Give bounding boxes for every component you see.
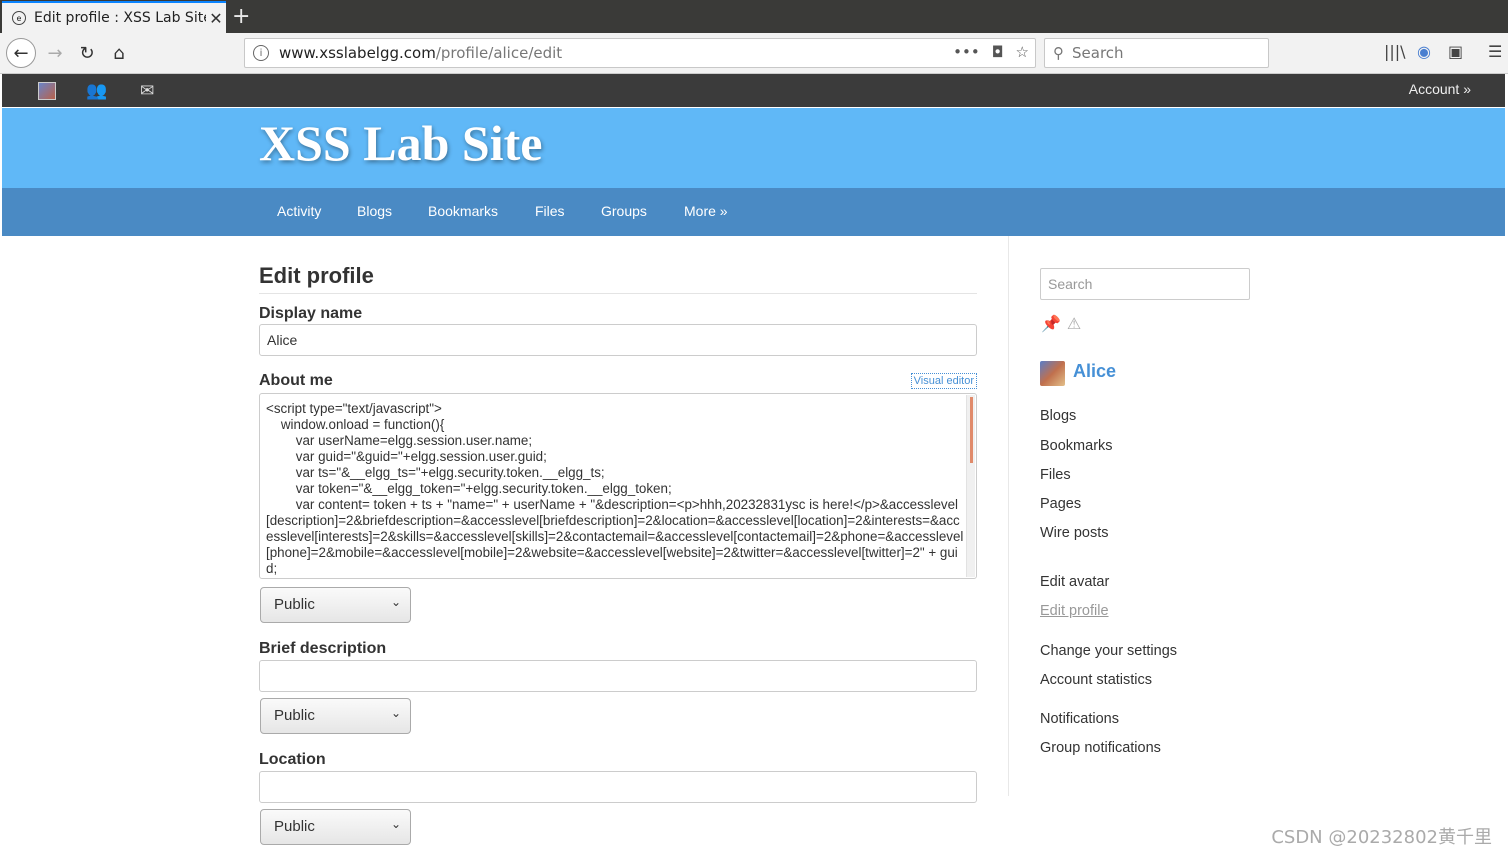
- sidebar-item-wire-posts[interactable]: Wire posts: [1040, 525, 1109, 541]
- textarea-scrollbar[interactable]: [966, 395, 975, 577]
- visual-editor-toggle[interactable]: Visual editor: [910, 373, 977, 389]
- url-bar[interactable]: i www.xsslabelgg.com/profile/alice/edit …: [244, 38, 1036, 68]
- about-me-text: <script type="text/javascript"> window.o…: [266, 401, 964, 576]
- tab-title: Edit profile : XSS Lab Site: [34, 10, 206, 26]
- info-icon[interactable]: i: [253, 45, 269, 61]
- bookmark-star-icon[interactable]: ☆: [1016, 43, 1029, 61]
- menu-bookmarks[interactable]: Bookmarks: [428, 203, 498, 219]
- warning-icon[interactable]: ⚠: [1067, 316, 1081, 333]
- friends-icon[interactable]: 👥: [86, 81, 107, 101]
- menu-activity[interactable]: Activity: [277, 203, 321, 219]
- brief-description-label: Brief description: [259, 640, 387, 657]
- search-icon: ⚲: [1053, 44, 1064, 62]
- textarea-scroll-thumb[interactable]: [970, 397, 973, 463]
- brief-description-field[interactable]: [259, 660, 977, 692]
- about-me-label: About me: [259, 372, 333, 389]
- url-host: www.xsslabelgg.com: [279, 44, 436, 62]
- menu-more[interactable]: More »: [684, 203, 728, 219]
- menu-files[interactable]: Files: [535, 203, 565, 219]
- location-field[interactable]: [259, 771, 977, 803]
- chevron-down-icon: ⌄: [390, 706, 401, 720]
- sidebar-item-edit-profile[interactable]: Edit profile: [1040, 603, 1109, 619]
- location-label: Location: [259, 751, 326, 768]
- elgg-topbar: 👥 ✉ Account »: [2, 74, 1505, 107]
- site-header: XSS Lab Site: [2, 108, 1505, 188]
- messages-icon[interactable]: ✉: [140, 81, 154, 101]
- about-me-textarea[interactable]: <script type="text/javascript"> window.o…: [259, 393, 977, 579]
- sidebar-item-group-notifications[interactable]: Group notifications: [1040, 740, 1161, 756]
- brief-description-access-select[interactable]: Public ⌄: [260, 698, 411, 734]
- sidebar-item-bookmarks[interactable]: Bookmarks: [1040, 438, 1113, 454]
- access-value: Public: [274, 707, 315, 724]
- watermark: CSDN @20232802黄千里: [1271, 827, 1492, 848]
- location-access-select[interactable]: Public ⌄: [260, 809, 411, 845]
- about-me-access-select[interactable]: Public ⌄: [260, 587, 411, 623]
- sidebar-item-files[interactable]: Files: [1040, 467, 1071, 483]
- access-value: Public: [274, 596, 315, 613]
- divider: [259, 293, 977, 294]
- pocket-icon[interactable]: ◘: [992, 43, 1004, 61]
- back-arrow-icon[interactable]: ←: [6, 38, 36, 68]
- access-value: Public: [274, 818, 315, 835]
- browser-tab-bar: e Edit profile : XSS Lab Site ✕ +: [0, 0, 1508, 33]
- menu-blogs[interactable]: Blogs: [357, 203, 392, 219]
- url-path: /profile/alice/edit: [435, 44, 563, 62]
- close-tab-icon[interactable]: ✕: [206, 9, 226, 28]
- page-actions-icon[interactable]: •••: [953, 43, 980, 61]
- library-icon[interactable]: |||\: [1384, 42, 1406, 61]
- site-favicon-icon: e: [12, 11, 26, 25]
- browser-toolbar: ← → ↻ ⌂ i www.xsslabelgg.com/profile/ali…: [0, 33, 1508, 74]
- chevron-down-icon: ⌄: [390, 817, 401, 831]
- sidebar-item-edit-avatar[interactable]: Edit avatar: [1040, 574, 1109, 590]
- hamburger-menu-icon[interactable]: ☰: [1488, 42, 1502, 61]
- chevron-down-icon: ⌄: [390, 595, 401, 609]
- user-avatar-icon[interactable]: [38, 82, 56, 100]
- owner-name-link[interactable]: Alice: [1073, 361, 1116, 382]
- pin-icon[interactable]: 📌: [1041, 316, 1061, 333]
- home-icon[interactable]: ⌂: [104, 38, 134, 68]
- reload-icon[interactable]: ↻: [72, 38, 102, 68]
- display-name-field[interactable]: Alice: [259, 324, 977, 356]
- account-menu[interactable]: Account »: [1409, 81, 1471, 97]
- page-title: Edit profile: [259, 263, 374, 288]
- sidebar-search-input[interactable]: Search: [1040, 268, 1250, 300]
- sidebar: Search 📌 ⚠ Alice Blogs Bookmarks Files Pa…: [1008, 236, 1308, 796]
- owner-avatar[interactable]: [1040, 361, 1065, 386]
- display-name-label: Display name: [259, 305, 363, 322]
- forward-arrow-icon[interactable]: →: [40, 38, 70, 68]
- browser-search-bar[interactable]: ⚲ Search: [1044, 38, 1269, 68]
- extension-icon[interactable]: ◉: [1417, 42, 1431, 61]
- browser-search-placeholder: Search: [1072, 44, 1124, 62]
- sidebar-item-account-statistics[interactable]: Account statistics: [1040, 672, 1152, 688]
- browser-tab[interactable]: e Edit profile : XSS Lab Site ✕: [2, 1, 226, 33]
- sidebar-toggle-icon[interactable]: ▣: [1448, 42, 1463, 61]
- new-tab-icon[interactable]: +: [232, 4, 250, 29]
- menu-groups[interactable]: Groups: [601, 203, 647, 219]
- site-title[interactable]: XSS Lab Site: [259, 114, 542, 172]
- sidebar-item-notifications[interactable]: Notifications: [1040, 711, 1119, 727]
- sidebar-item-blogs[interactable]: Blogs: [1040, 408, 1076, 424]
- site-menu: Activity Blogs Bookmarks Files Groups Mo…: [2, 188, 1505, 236]
- sidebar-item-pages[interactable]: Pages: [1040, 496, 1081, 512]
- sidebar-item-change-settings[interactable]: Change your settings: [1040, 643, 1177, 659]
